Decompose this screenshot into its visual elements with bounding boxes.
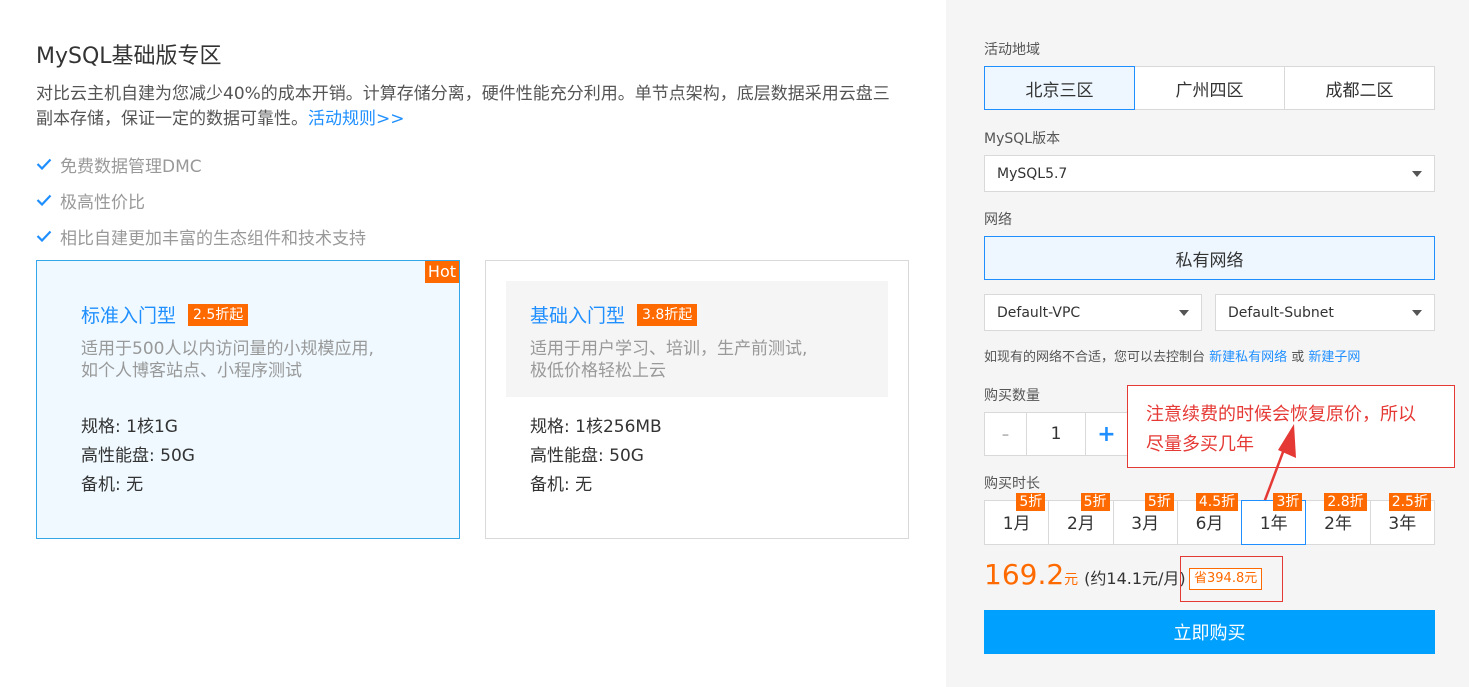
feature-text: 免费数据管理DMC [60, 156, 202, 177]
rules-link[interactable]: 活动规则>> [308, 109, 405, 129]
discount-tag: 2.5折起 [188, 303, 249, 326]
network-type-selector: 私有网络 [984, 236, 1435, 280]
duration-selector: 5折 1月 5折 2月 5折 3月 4.5折 6月 3折 1年 2.8折 2年 2.5折 3年 [984, 493, 1435, 545]
version-label: MySQL版本 [984, 131, 1061, 147]
feature-text: 极高性价比 [60, 192, 145, 213]
purchase-panel: 活动地域 北京三区 广州四区 成都二区 MySQL版本 MySQL5.7 网络 … [946, 0, 1469, 687]
duration-option[interactable]: 3折 1年 [1241, 493, 1307, 545]
network-hint: 如现有的网络不合适，您可以去控制台 新建私有网络 或 新建子网 [984, 350, 1361, 365]
spec-disk: 高性能盘: 50G [530, 446, 644, 466]
region-option[interactable]: 北京三区 [984, 66, 1135, 110]
discount-badge: 4.5折 [1195, 493, 1239, 511]
feature-list: 免费数据管理DMC 极高性价比 相比自建更加丰富的生态组件和技术支持 [36, 146, 366, 254]
chevron-down-icon [1412, 171, 1422, 177]
duration-option[interactable]: 2.5折 3年 [1369, 493, 1435, 545]
new-subnet-link[interactable]: 新建子网 [1308, 350, 1360, 365]
plan-card-standard[interactable]: Hot 标准入门型 2.5折起 适用于500人以内访问量的小规模应用, 如个人博… [36, 260, 460, 539]
region-option[interactable]: 广州四区 [1134, 66, 1285, 110]
spec-standby: 备机: 无 [530, 475, 593, 495]
spec-cpu: 规格: 1核256MB [530, 417, 662, 437]
duration-option[interactable]: 5折 2月 [1048, 493, 1114, 545]
feature-item: 极高性价比 [36, 182, 366, 218]
quantity-stepper: - 1 + [984, 412, 1128, 456]
chevron-down-icon [1412, 310, 1422, 316]
description-text: 对比云主机自建为您减少40%的成本开销。计算存储分离，硬件性能充分利用。单节点架… [36, 84, 890, 129]
chevron-down-icon [1179, 310, 1189, 316]
price-unit: 元 [1064, 572, 1079, 588]
spec-standby: 备机: 无 [81, 475, 144, 495]
increment-button[interactable]: + [1085, 412, 1128, 456]
duration-option[interactable]: 4.5折 6月 [1176, 493, 1243, 545]
spec-cpu: 规格: 1核1G [81, 417, 178, 437]
quantity-label: 购买数量 [984, 388, 1040, 404]
page-title: MySQL基础版专区 [36, 44, 222, 69]
network-type-option[interactable]: 私有网络 [984, 236, 1435, 280]
plan-description: 适用于用户学习、培训，生产前测试, 极低价格轻松上云 [530, 339, 808, 381]
price-display: 169.2 元 (约14.1元/月) [984, 558, 1186, 591]
hot-badge: Hot [424, 261, 459, 283]
promo-description: 对比云主机自建为您减少40%的成本开销。计算存储分离，硬件性能充分利用。单节点架… [36, 82, 906, 132]
discount-badge: 5折 [1080, 493, 1110, 511]
price-value: 169.2 [984, 558, 1065, 591]
plan-specs: 规格: 1核256MB 高性能盘: 50G 备机: 无 [530, 413, 662, 500]
subnet-select[interactable]: Default-Subnet [1215, 294, 1435, 331]
version-select[interactable]: MySQL5.7 [984, 155, 1435, 192]
quantity-input[interactable]: 1 [1026, 412, 1086, 456]
feature-item: 免费数据管理DMC [36, 146, 366, 182]
plan-name: 基础入门型 [530, 305, 626, 327]
annotation-highlight-box [1180, 556, 1283, 602]
discount-tag: 3.8折起 [637, 303, 698, 326]
duration-option[interactable]: 5折 1月 [984, 493, 1050, 545]
feature-item: 相比自建更加丰富的生态组件和技术支持 [36, 218, 366, 254]
discount-badge: 2.5折 [1388, 493, 1431, 511]
discount-badge: 5折 [1016, 493, 1046, 511]
check-icon [36, 194, 60, 206]
region-option[interactable]: 成都二区 [1284, 66, 1435, 110]
spec-disk: 高性能盘: 50G [81, 446, 195, 466]
page: MySQL基础版专区 对比云主机自建为您减少40%的成本开销。计算存储分离，硬件… [0, 0, 1469, 687]
vpc-select[interactable]: Default-VPC [984, 294, 1202, 331]
plan-name: 标准入门型 [81, 305, 177, 327]
discount-badge: 3折 [1273, 493, 1303, 511]
discount-badge: 5折 [1144, 493, 1174, 511]
plan-specs: 规格: 1核1G 高性能盘: 50G 备机: 无 [81, 413, 195, 500]
plan-card-header: 基础入门型 3.8折起 适用于用户学习、培训，生产前测试, 极低价格轻松上云 [506, 281, 888, 397]
decrement-button[interactable]: - [984, 412, 1027, 456]
region-selector: 北京三区 广州四区 成都二区 [984, 66, 1435, 110]
region-label: 活动地域 [984, 42, 1040, 58]
network-label: 网络 [984, 212, 1012, 228]
plan-description: 适用于500人以内访问量的小规模应用, 如个人博客站点、小程序测试 [81, 339, 374, 381]
duration-label: 购买时长 [984, 476, 1040, 492]
buy-now-button[interactable]: 立即购买 [984, 610, 1435, 654]
plan-card-header: 标准入门型 2.5折起 适用于500人以内访问量的小规模应用, 如个人博客站点、… [37, 281, 459, 397]
duration-option[interactable]: 2.8折 2年 [1305, 493, 1371, 545]
discount-badge: 2.8折 [1324, 493, 1367, 511]
plan-card-basic[interactable]: 基础入门型 3.8折起 适用于用户学习、培训，生产前测试, 极低价格轻松上云 规… [485, 260, 909, 539]
price-per-month: (约14.1元/月) [1084, 569, 1186, 588]
check-icon [36, 158, 60, 170]
duration-option[interactable]: 5折 3月 [1112, 493, 1178, 545]
new-vpc-link[interactable]: 新建私有网络 [1209, 350, 1287, 365]
feature-text: 相比自建更加丰富的生态组件和技术支持 [60, 228, 366, 249]
check-icon [36, 230, 60, 242]
